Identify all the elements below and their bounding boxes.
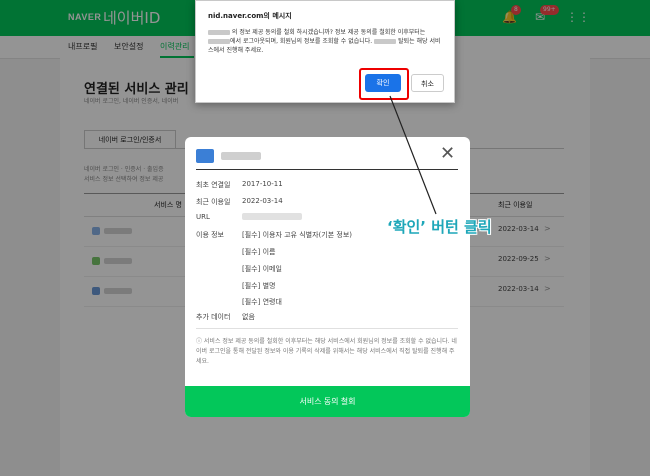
annotation-label: ‘확인’ 버턴 클릭 xyxy=(387,218,492,236)
arrow-line xyxy=(389,95,437,215)
annotation-arrow xyxy=(389,95,437,215)
